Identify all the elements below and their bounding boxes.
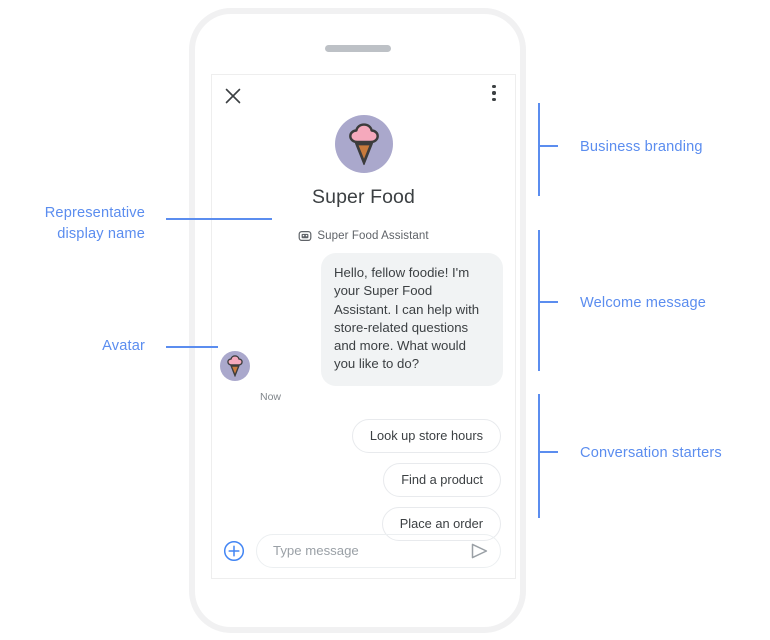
bracket-stub-business-branding (538, 145, 558, 147)
message-composer (212, 523, 515, 578)
annotation-representative-display-name: Representative display name (44, 205, 145, 242)
more-vert-icon[interactable] (484, 85, 504, 107)
diagram-canvas: Super Food Super Food Assistant Hello, f… (0, 0, 770, 640)
page-title: Super Food (312, 186, 415, 208)
business-branding: Super Food (212, 115, 515, 209)
ice-cream-avatar-icon (220, 350, 250, 381)
annotation-welcome-message: Welcome message (580, 295, 707, 311)
starter-chip-find-product[interactable]: Find a product (383, 462, 501, 497)
representative-name-label: Super Food Assistant (317, 230, 429, 242)
welcome-message-bubble: Hello, fellow foodie! I'm your Super Foo… (321, 253, 503, 386)
annotation-avatar: Avatar (102, 338, 145, 354)
robot-assistant-icon (298, 229, 312, 243)
annotation-business-branding: Business branding (580, 139, 703, 155)
starter-chip-store-hours[interactable]: Look up store hours (351, 418, 501, 453)
ice-cream-logo-icon (334, 115, 393, 173)
welcome-message-row: Hello, fellow foodie! I'm your Super Foo… (212, 253, 515, 403)
bracket-conversation-starters (538, 394, 540, 518)
phone-mockup: Super Food Super Food Assistant Hello, f… (189, 8, 526, 633)
send-icon[interactable] (468, 540, 490, 562)
bracket-stub-conversation-starters (538, 451, 558, 453)
bracket-stub-welcome-message (538, 301, 558, 303)
search-input[interactable] (271, 542, 468, 559)
chat-window: Super Food Super Food Assistant Hello, f… (211, 74, 516, 579)
close-icon[interactable] (222, 85, 244, 107)
message-column: Hello, fellow foodie! I'm your Super Foo… (258, 253, 503, 403)
speaker-grille-icon (324, 45, 391, 52)
chat-topbar (212, 75, 515, 115)
bracket-business-branding (538, 103, 540, 196)
annotation-conversation-starters: Conversation starters (580, 445, 722, 461)
leader-avatar (166, 346, 218, 348)
message-input-wrapper[interactable] (256, 533, 501, 568)
leader-representative-display-name (166, 218, 272, 220)
add-circle-icon[interactable] (223, 540, 245, 562)
message-timestamp: Now (260, 390, 282, 403)
representative-display-name: Super Food Assistant (212, 229, 515, 243)
